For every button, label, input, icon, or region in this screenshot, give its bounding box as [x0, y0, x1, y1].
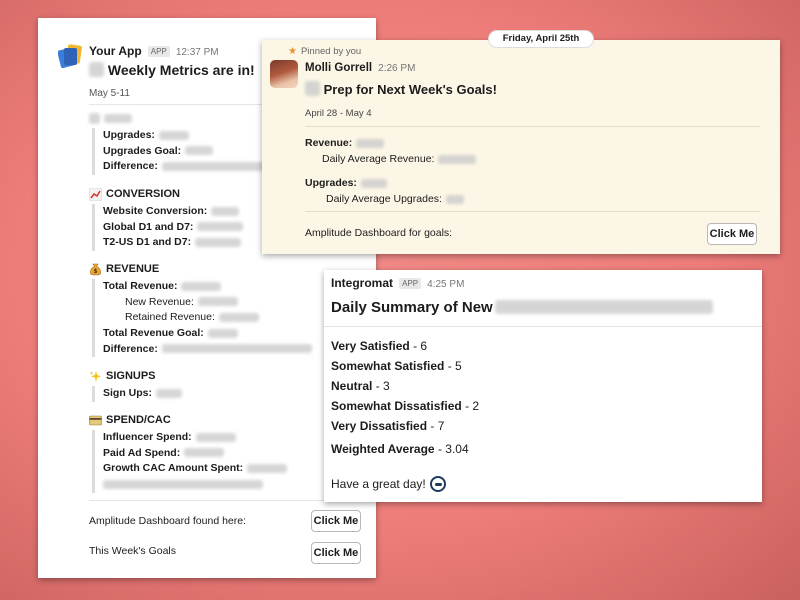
- pin-icon: ★: [288, 46, 297, 57]
- date-range: May 5-11: [89, 88, 130, 99]
- rating-row: Somewhat Dissatisfied - 2: [331, 399, 480, 413]
- date-divider-pill[interactable]: Friday, April 25th: [488, 30, 594, 48]
- rating-row: Somewhat Satisfied - 5: [331, 359, 462, 373]
- daily-upgrades-row: Daily Average Upgrades:: [326, 193, 464, 205]
- metric-row: Growth CAC Amount Spent:: [103, 461, 288, 477]
- metric-row: Upgrades Goal:: [103, 144, 272, 160]
- blurred-emoji: [89, 112, 100, 124]
- message-header: Molli Gorrell 2:26 PM: [305, 62, 415, 74]
- rating-row: Neutral - 3: [331, 379, 390, 393]
- blurred-emoji: [89, 62, 104, 77]
- sunglasses-emoji-icon: [429, 476, 446, 492]
- upgrades-row: Upgrades:: [305, 177, 387, 189]
- divider: [89, 500, 358, 501]
- section-heading: $ REVENUE: [89, 261, 312, 277]
- message-time[interactable]: 2:26 PM: [378, 63, 415, 74]
- section-rows: Influencer Spend: Paid Ad Spend: Growth …: [92, 430, 288, 493]
- metric-row: Difference:: [103, 159, 272, 175]
- metric-row: Total Revenue:: [103, 279, 312, 295]
- metric-row: Sign Ups:: [103, 386, 182, 402]
- signups-section: SIGNUPS Sign Ups:: [89, 368, 182, 402]
- rating-row: Very Satisfied - 6: [331, 339, 428, 353]
- credit-card-icon: [89, 415, 102, 425]
- metric-row: Total Revenue Goal:: [103, 326, 312, 342]
- section-heading: CONVERSION: [89, 186, 243, 202]
- message-header: Your App APP 12:37 PM: [89, 44, 219, 58]
- message-title: Prep for Next Week's Goals!: [305, 81, 497, 97]
- message-time[interactable]: 12:37 PM: [176, 47, 219, 58]
- conversion-section: CONVERSION Website Conversion: Global D1…: [89, 186, 244, 252]
- blurred-emoji: [305, 81, 320, 96]
- avatar[interactable]: [270, 60, 298, 88]
- metric-row: T2-US D1 and D7:: [103, 235, 243, 251]
- section-heading: [89, 110, 272, 126]
- date-range: April 28 - May 4: [305, 108, 372, 119]
- section-heading: SPEND/CAC: [89, 412, 287, 428]
- metric-row: Global D1 and D7:: [103, 220, 244, 236]
- app-name[interactable]: Integromat: [331, 276, 393, 290]
- metric-row: New Revenue:: [103, 295, 312, 311]
- revenue-section: $ REVENUE Total Revenue: New Revenue: Re…: [89, 261, 312, 358]
- chart-increasing-icon: [89, 187, 102, 201]
- app-badge: APP: [399, 278, 422, 289]
- message-header: Integromat APP 4:25 PM: [331, 276, 464, 290]
- metric-row: Retained Revenue:: [103, 310, 312, 326]
- app-logo-icon: [58, 44, 82, 69]
- amplitude-click-me-button[interactable]: Click Me: [311, 510, 361, 532]
- metric-row: Website Conversion:: [103, 204, 243, 220]
- section-rows: Website Conversion: Global D1 and D7: T2…: [92, 204, 244, 252]
- weekly-goals-label: This Week's Goals: [89, 545, 177, 557]
- pinned-goals-message: Friday, April 25th ★ Pinned by you Molli …: [262, 30, 780, 254]
- divider: [305, 211, 760, 212]
- daily-summary-message: Integromat APP 4:25 PM Daily Summary of …: [324, 270, 762, 502]
- money-bag-icon: $: [90, 263, 101, 275]
- svg-text:$: $: [93, 268, 97, 275]
- ratings-list: Very Satisfied - 6 Somewhat Satisfied - …: [331, 336, 479, 436]
- metric-row: Paid Ad Spend:: [103, 446, 287, 462]
- rating-row: Very Dissatisfied - 7: [331, 419, 445, 433]
- section-rows: Upgrades: Upgrades Goal: Difference:: [92, 128, 272, 176]
- message-title: Daily Summary of New: [331, 299, 713, 316]
- message-title-text: Prep for Next Week's Goals!: [323, 82, 497, 97]
- author-name[interactable]: Molli Gorrell: [305, 62, 372, 74]
- upgrades-section: Upgrades: Upgrades Goal: Difference:: [89, 110, 272, 176]
- app-name[interactable]: Your App: [89, 44, 142, 58]
- sparkles-icon: [89, 370, 101, 382]
- amplitude-goals-label: Amplitude Dashboard for goals:: [305, 227, 453, 239]
- closing-line: Have a great day!: [331, 476, 446, 492]
- divider: [324, 326, 762, 327]
- message-title: Weekly Metrics are in!: [89, 62, 255, 78]
- weighted-average-row: Weighted Average - 3.04: [331, 442, 469, 456]
- pinned-indicator: ★ Pinned by you: [288, 46, 362, 57]
- section-heading: SIGNUPS: [89, 368, 182, 384]
- message-title-text: Daily Summary of New: [331, 299, 493, 316]
- section-rows: Sign Ups:: [92, 386, 182, 402]
- amplitude-goals-click-me-button[interactable]: Click Me: [707, 223, 757, 245]
- message-time[interactable]: 4:25 PM: [427, 279, 464, 290]
- spend-section: SPEND/CAC Influencer Spend: Paid Ad Spen…: [89, 412, 288, 493]
- metric-row: Influencer Spend:: [103, 430, 287, 446]
- revenue-row: Revenue:: [305, 137, 385, 149]
- blurred-heading: [104, 113, 132, 123]
- divider: [305, 126, 760, 127]
- app-badge: APP: [147, 46, 170, 57]
- weekly-goals-click-me-button[interactable]: Click Me: [311, 542, 361, 564]
- metric-row: [103, 477, 287, 493]
- message-title-text: Weekly Metrics are in!: [107, 62, 255, 78]
- section-rows: Total Revenue: New Revenue: Retained Rev…: [92, 279, 312, 358]
- daily-revenue-row: Daily Average Revenue:: [322, 153, 477, 165]
- metric-row: Upgrades:: [103, 128, 272, 144]
- amplitude-dashboard-label: Amplitude Dashboard found here:: [89, 515, 247, 527]
- metric-row: Difference:: [103, 342, 312, 358]
- blurred-title-suffix: [494, 300, 713, 314]
